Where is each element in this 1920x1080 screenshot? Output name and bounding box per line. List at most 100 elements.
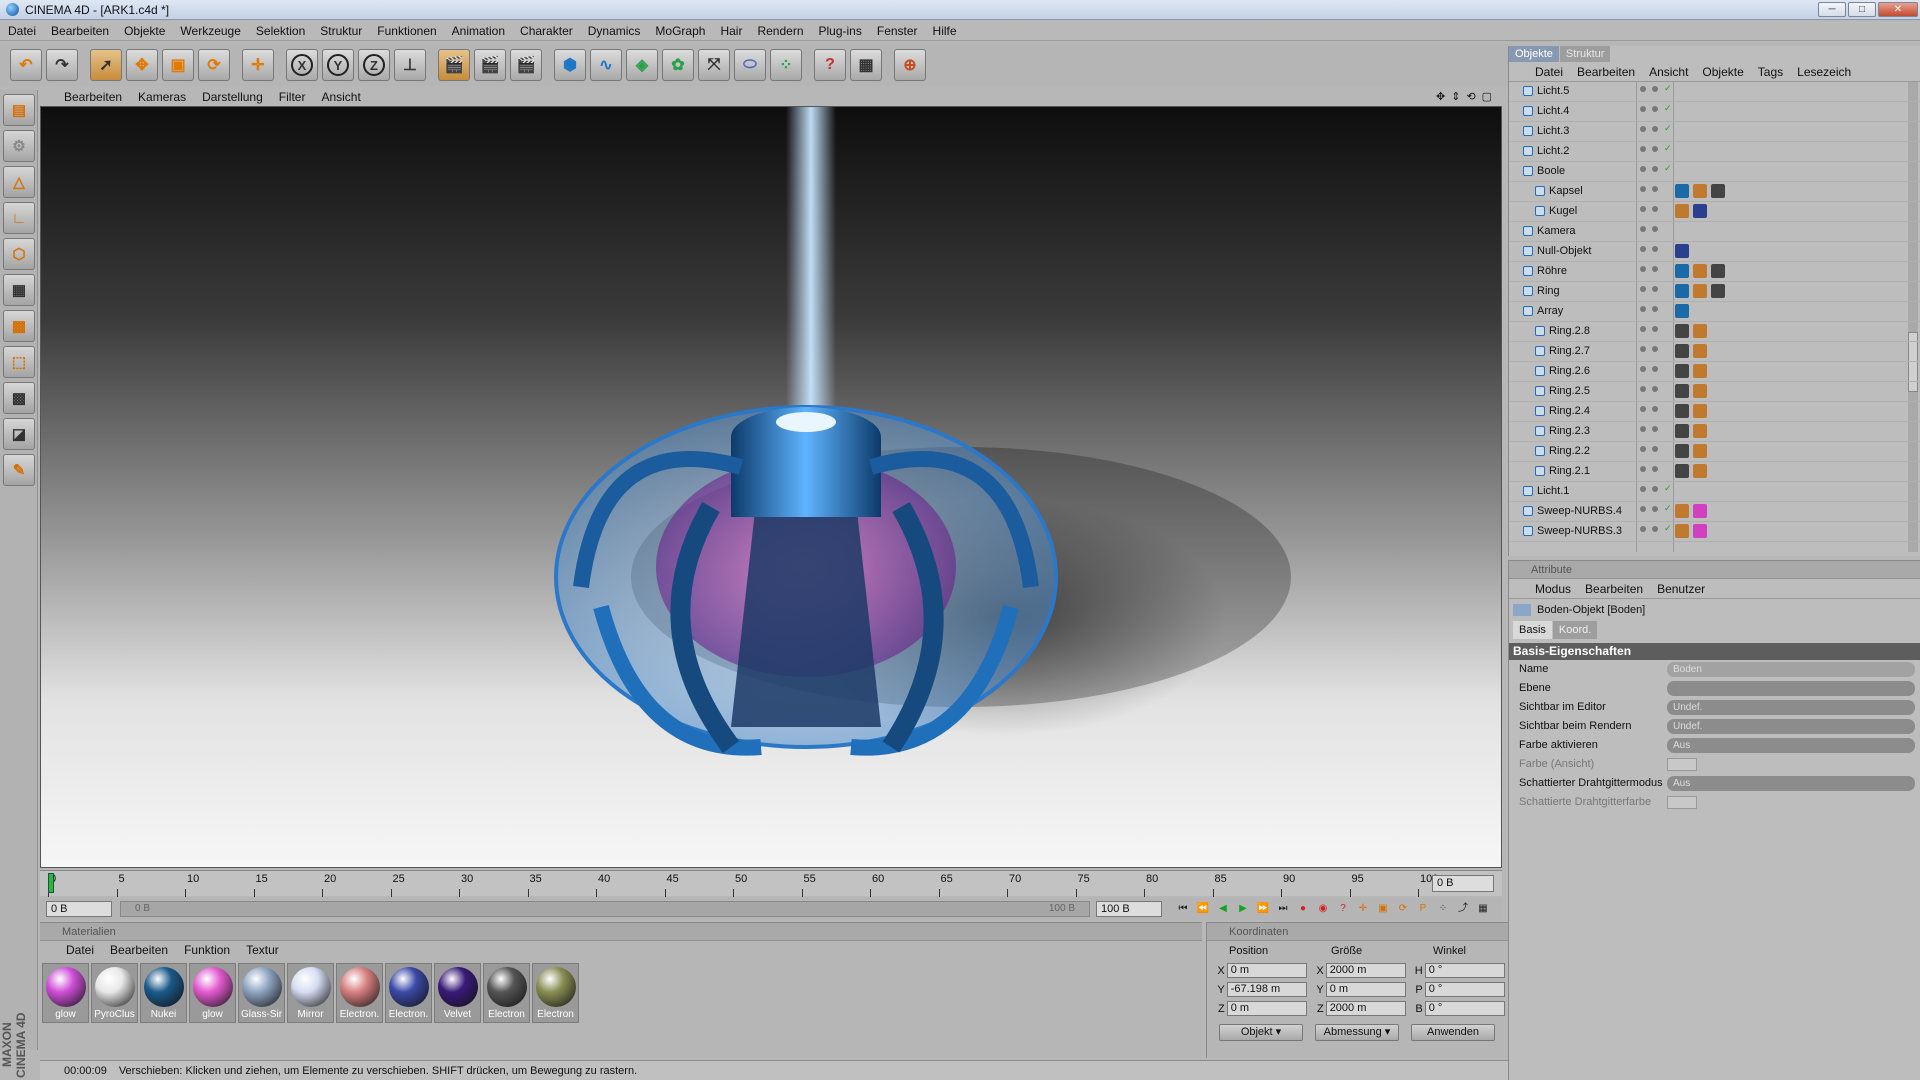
coordinate-pos-field[interactable]: -67.198 m <box>1226 982 1307 997</box>
object-row[interactable]: Array <box>1509 302 1920 322</box>
render-visibility-dot[interactable] <box>1652 226 1658 232</box>
timeline[interactable]: 0510152025303540455055606570758085909510… <box>40 870 1502 897</box>
material-swatch[interactable]: Electron <box>483 963 530 1023</box>
object-menu-bearbeiten[interactable]: Bearbeiten <box>1577 65 1635 79</box>
object-tag-icon[interactable] <box>1675 444 1689 458</box>
editor-visibility-dot[interactable] <box>1640 386 1646 392</box>
editor-visibility-dot[interactable] <box>1640 326 1646 332</box>
visibility-toggles[interactable] <box>1640 466 1658 472</box>
object-row[interactable]: Ring.2.8 <box>1509 322 1920 342</box>
render-view-button[interactable]: 🎬 <box>438 49 470 81</box>
visibility-toggles[interactable] <box>1640 386 1658 392</box>
undo-button[interactable]: ↶ <box>10 49 42 81</box>
material-swatch[interactable]: Velvet <box>434 963 481 1023</box>
editor-visibility-dot[interactable] <box>1640 486 1646 492</box>
editor-visibility-dot[interactable] <box>1640 146 1646 152</box>
viewport-menu-kameras[interactable]: Kameras <box>138 90 186 104</box>
3d-viewport[interactable] <box>40 106 1502 868</box>
editor-visibility-dot[interactable] <box>1640 106 1646 112</box>
coordinate-pos-field[interactable]: 0 m <box>1226 963 1307 978</box>
pla-key-button[interactable]: ⁘ <box>1434 901 1452 917</box>
menu-funktionen[interactable]: Funktionen <box>377 24 436 38</box>
editor-visibility-dot[interactable] <box>1640 366 1646 372</box>
visibility-toggles[interactable]: ✓ <box>1640 83 1672 94</box>
tab-struktur[interactable]: Struktur <box>1559 46 1611 62</box>
menu-dynamics[interactable]: Dynamics <box>588 24 641 38</box>
record-button[interactable]: ● <box>1294 901 1312 917</box>
material-swatch[interactable]: Electron. <box>385 963 432 1023</box>
object-row[interactable]: Licht.2 ✓ <box>1509 142 1920 162</box>
editor-visibility-dot[interactable] <box>1640 286 1646 292</box>
visibility-toggles[interactable] <box>1640 406 1658 412</box>
render-visibility-dot[interactable] <box>1652 286 1658 292</box>
object-tag-icon[interactable] <box>1675 364 1689 378</box>
object-tag-icon[interactable] <box>1675 404 1689 418</box>
scene-button[interactable]: ⁘ <box>770 49 802 81</box>
goto-end-button[interactable]: ⏭ <box>1274 901 1292 917</box>
render-visibility-dot[interactable] <box>1652 386 1658 392</box>
enabled-check-icon[interactable]: ✓ <box>1664 123 1672 134</box>
editor-visibility-dot[interactable] <box>1640 266 1646 272</box>
object-tag-icon[interactable] <box>1693 364 1707 378</box>
render-visibility-dot[interactable] <box>1652 206 1658 212</box>
range-slider[interactable]: 0 B 100 B <box>120 901 1090 917</box>
object-tag-icon[interactable] <box>1693 384 1707 398</box>
move-tool-button[interactable]: ✥ <box>126 49 158 81</box>
menu-hilfe[interactable]: Hilfe <box>933 24 957 38</box>
coordinate-angle-field[interactable]: 0 ° <box>1424 1001 1505 1016</box>
object-menu-lesezeich[interactable]: Lesezeich <box>1797 65 1851 79</box>
timeline-settings-button[interactable]: ▦ <box>1474 901 1492 917</box>
object-row[interactable]: Null-Objekt <box>1509 242 1920 262</box>
attribute-menu-bearbeiten[interactable]: Bearbeiten <box>1585 582 1643 596</box>
object-row[interactable]: Licht.3 ✓ <box>1509 122 1920 142</box>
keyframe-selection-button[interactable]: ? <box>1334 901 1352 917</box>
object-tag-icon[interactable] <box>1675 264 1689 278</box>
autokey-button[interactable]: ◉ <box>1314 901 1332 917</box>
current-frame-field[interactable]: 0 B <box>1432 875 1494 892</box>
render-visibility-dot[interactable] <box>1652 446 1658 452</box>
next-key-button[interactable]: ⏩ <box>1254 901 1272 917</box>
menu-charakter[interactable]: Charakter <box>520 24 573 38</box>
object-tag-icon[interactable] <box>1693 344 1707 358</box>
object-tag-icon[interactable] <box>1675 244 1689 258</box>
render-visibility-dot[interactable] <box>1652 406 1658 412</box>
texture-mode-button[interactable]: ⬚ <box>3 346 35 378</box>
workplane-button[interactable]: ◪ <box>3 418 35 450</box>
x-axis-lock-button[interactable]: X <box>286 49 318 81</box>
param-key-button[interactable]: P <box>1414 901 1432 917</box>
material-swatch[interactable]: Electron. <box>336 963 383 1023</box>
object-tag-icon[interactable] <box>1693 444 1707 458</box>
render-visibility-dot[interactable] <box>1652 366 1658 372</box>
object-tag-icon[interactable] <box>1693 504 1707 518</box>
axis-mode-button[interactable]: ∟ <box>3 202 35 234</box>
object-row[interactable]: Röhre <box>1509 262 1920 282</box>
object-row[interactable]: Ring <box>1509 282 1920 302</box>
z-axis-lock-button[interactable]: Z <box>358 49 390 81</box>
object-tag-icon[interactable] <box>1675 304 1689 318</box>
rotation-key-button[interactable]: ⟳ <box>1394 901 1412 917</box>
end-frame-field[interactable]: 100 B <box>1096 901 1162 917</box>
attribute-value-field[interactable]: Aus <box>1667 738 1915 753</box>
coordinate-angle-field[interactable]: 0 ° <box>1424 982 1505 997</box>
playhead[interactable] <box>48 873 54 893</box>
menu-rendern[interactable]: Rendern <box>757 24 803 38</box>
goto-start-button[interactable]: ⏮ <box>1174 901 1192 917</box>
materials-menu-datei[interactable]: Datei <box>66 943 94 957</box>
edges-mode-button[interactable]: ⬡ <box>3 238 35 270</box>
menu-hair[interactable]: Hair <box>720 24 742 38</box>
attribute-value-field[interactable]: Boden <box>1667 662 1915 677</box>
object-row[interactable]: Kamera <box>1509 222 1920 242</box>
visibility-toggles[interactable]: ✓ <box>1640 503 1672 514</box>
visibility-toggles[interactable] <box>1640 186 1658 192</box>
viewport-menu-filter[interactable]: Filter <box>279 90 306 104</box>
material-swatch[interactable]: glow <box>42 963 89 1023</box>
menu-datei[interactable]: Datei <box>8 24 36 38</box>
scale-tool-button[interactable]: ▣ <box>162 49 194 81</box>
object-tag-icon[interactable] <box>1675 504 1689 518</box>
play-button[interactable]: ▶ <box>1234 901 1252 917</box>
object-tag-icon[interactable] <box>1693 204 1707 218</box>
render-settings-button[interactable]: 🎬 <box>510 49 542 81</box>
attribute-tab-basis[interactable]: Basis <box>1513 621 1552 639</box>
editor-visibility-dot[interactable] <box>1640 446 1646 452</box>
render-visibility-dot[interactable] <box>1652 186 1658 192</box>
